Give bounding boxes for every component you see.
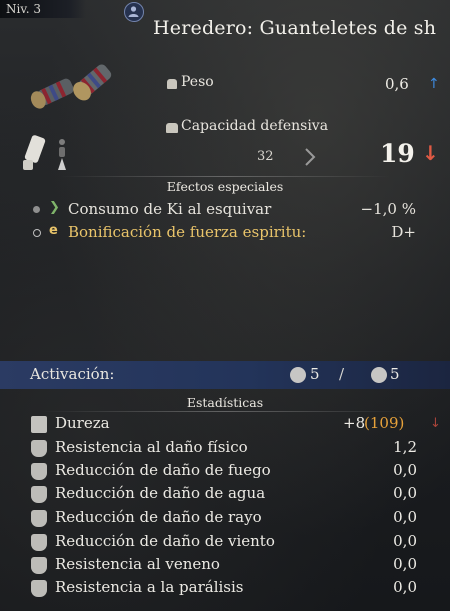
stat-value: 0,0 bbox=[393, 484, 417, 502]
stat-row: Resistencia al veneno 0,0 bbox=[0, 555, 450, 578]
divider bbox=[60, 176, 390, 177]
effect-bullet-icon bbox=[33, 206, 40, 213]
stat-row: Reducción de daño de fuego 0,0 bbox=[0, 461, 450, 484]
set-bonus-icon bbox=[371, 367, 387, 383]
fire-resistance-icon bbox=[31, 463, 47, 480]
stat-value: 0,0 bbox=[393, 461, 417, 479]
gauntlets-item-icon bbox=[30, 64, 112, 109]
defense-icon bbox=[166, 123, 178, 133]
effect-label: Bonificación de fuerza espiritu: bbox=[68, 223, 307, 241]
durability-icon bbox=[31, 416, 47, 433]
defense-new-value: 19 bbox=[380, 139, 415, 168]
character-icon bbox=[124, 2, 144, 22]
weight-increase-arrow-icon: ↑ bbox=[428, 76, 440, 92]
lightning-resistance-icon bbox=[31, 510, 47, 527]
wind-resistance-icon bbox=[31, 534, 47, 551]
effect-value: D+ bbox=[391, 223, 416, 241]
defense-old-value: 32 bbox=[257, 149, 274, 164]
activation-count-a: 5 bbox=[310, 365, 320, 383]
stat-label: Resistencia al daño físico bbox=[55, 438, 248, 456]
stat-row: Reducción de daño de agua 0,0 bbox=[0, 484, 450, 507]
weight-value: 0,6 bbox=[385, 75, 409, 93]
activation-count-b: 5 bbox=[390, 365, 400, 383]
defense-label: Capacidad defensiva bbox=[181, 118, 329, 134]
durability-total: (109) bbox=[364, 414, 405, 432]
weight-label: Peso bbox=[181, 74, 214, 90]
durability-value: +8 bbox=[343, 414, 366, 432]
stat-label: Reducción de daño de agua bbox=[55, 484, 266, 502]
stat-label: Resistencia a la parálisis bbox=[55, 578, 244, 596]
statistics-title: Estadísticas bbox=[186, 395, 264, 410]
poison-resistance-icon bbox=[31, 557, 47, 574]
stat-value: 0,0 bbox=[393, 578, 417, 596]
level-badge: Niv. 3 bbox=[0, 0, 86, 18]
special-effects-title: Efectos especiales bbox=[166, 179, 284, 194]
stat-row: Resistencia al daño físico 1,2 bbox=[0, 438, 450, 461]
durability-decrease-arrow-icon: ↓ bbox=[430, 416, 441, 431]
stat-value: 0,0 bbox=[393, 532, 417, 550]
water-resistance-icon bbox=[31, 486, 47, 503]
effect-bullet-icon bbox=[33, 229, 41, 237]
effect-value: −1,0 % bbox=[360, 200, 416, 218]
chevron-icon: ❯ bbox=[49, 200, 60, 215]
divider bbox=[40, 411, 410, 412]
effect-row-spirit: e Bonificación de fuerza espiritu: D+ bbox=[0, 223, 450, 245]
physical-resistance-icon bbox=[31, 440, 47, 457]
weight-icon bbox=[167, 79, 177, 89]
activation-bar: Activación: 5 / 5 bbox=[0, 361, 450, 389]
stat-value: 0,0 bbox=[393, 508, 417, 526]
paralysis-resistance-icon bbox=[31, 580, 47, 597]
defense-decrease-arrow-icon: ↓ bbox=[422, 141, 439, 165]
stat-row: Resistencia a la parálisis 0,0 bbox=[0, 578, 450, 601]
stat-row: Reducción de daño de rayo 0,0 bbox=[0, 508, 450, 531]
character-figure-icon bbox=[58, 139, 66, 170]
activation-separator: / bbox=[339, 365, 345, 383]
stat-label: Reducción de daño de rayo bbox=[55, 508, 262, 526]
element-icon: e bbox=[49, 223, 58, 238]
item-title: Heredero: Guanteletes de sh bbox=[153, 17, 437, 39]
stat-label: Reducción de daño de fuego bbox=[55, 461, 271, 479]
stat-label: Reducción de daño de viento bbox=[55, 532, 275, 550]
stat-value: 1,2 bbox=[393, 438, 417, 456]
chevron-right-icon bbox=[305, 148, 316, 166]
activation-label: Activación: bbox=[30, 365, 115, 383]
stat-row: Reducción de daño de viento 0,0 bbox=[0, 532, 450, 555]
stat-label: Dureza bbox=[55, 414, 110, 432]
effect-label: Consumo de Ki al esquivar bbox=[68, 200, 272, 218]
set-piece-icon bbox=[290, 367, 306, 383]
effect-row-ki: ❯ Consumo de Ki al esquivar −1,0 % bbox=[0, 200, 450, 222]
stat-label: Resistencia al veneno bbox=[55, 555, 220, 573]
stat-value: 0,0 bbox=[393, 555, 417, 573]
arm-slot-icon bbox=[23, 135, 46, 170]
